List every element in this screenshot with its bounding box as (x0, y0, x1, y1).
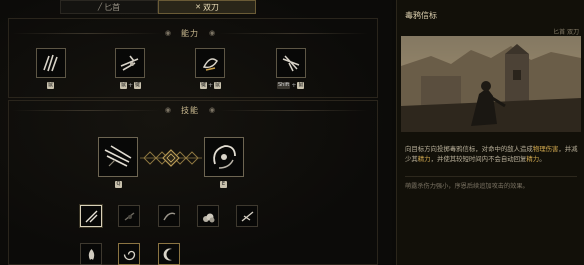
ability-slot-3[interactable] (195, 48, 225, 78)
abilities-title: 能力 (181, 28, 199, 38)
skill-description: 向目标方向投掷毒鸦信标，对命中的敌人造成物理伤害，并减少其精力，并使其较短时间内… (405, 145, 578, 163)
eye-icon[interactable]: ◉ (165, 29, 171, 37)
skill-detail-panel: 毒鸦信标 匕首 双刀 向目标方向投掷毒鸦信标，对命中的敌人造成物理伤害，并减少其… (396, 0, 584, 265)
skill-row2-slot-3[interactable] (158, 243, 180, 265)
flame-orb-icon (88, 248, 94, 260)
whirl-leap-icon (202, 58, 218, 71)
skill-tree-pane: ╱ 匕首 ✕ 双刀 ◉ 能力 ◉ 鼠 鼠 + 键 键 + 鼠 Shift + 鼠… (0, 0, 392, 265)
triple-claw-icon (43, 54, 58, 72)
skill-name: 毒鸦信标 (405, 11, 437, 20)
ability-slot-4[interactable] (276, 48, 306, 78)
divider (405, 176, 577, 177)
skill-row1-slot-5[interactable] (236, 205, 258, 227)
dash-slash-icon (120, 55, 139, 71)
eye-icon[interactable]: ◉ (209, 29, 215, 37)
crescent-icon (163, 248, 172, 260)
skills-panel (8, 100, 378, 265)
skill-row1-slot-3[interactable] (158, 205, 180, 227)
ability-2-keys: 鼠 + 键 (120, 82, 142, 89)
dive-strike-icon (282, 55, 300, 72)
tab-dual-blades-label: 双刀 (202, 2, 219, 12)
eye-icon[interactable]: ◉ (209, 106, 215, 114)
spin-slash-icon (213, 145, 236, 169)
skill-row2-slot-2[interactable] (118, 243, 140, 265)
main-skill-e[interactable] (204, 137, 244, 177)
skill-row1-slot-4[interactable] (197, 205, 219, 227)
thrown-blade-icon (85, 210, 97, 222)
ability-slot-1[interactable] (36, 48, 66, 78)
skills-header: ◉ 技能 ◉ (12, 105, 368, 115)
main-skill-q-key: Q (115, 181, 122, 188)
wing-slash-icon (241, 210, 253, 222)
dagger-icon: ╱ (97, 3, 103, 11)
tab-dual-blades[interactable]: ✕ 双刀 (158, 0, 256, 14)
skill-preview-image (401, 36, 581, 132)
ability-3-keys: 键 + 鼠 (200, 82, 222, 89)
ability-1-keys: 鼠 (47, 82, 55, 89)
skill-row1-slot-1[interactable] (80, 205, 102, 227)
eye-icon[interactable]: ◉ (165, 106, 171, 114)
shadow-cut-icon (124, 211, 134, 221)
vortex-icon (123, 250, 135, 260)
crossed-blades-icon: ✕ (195, 3, 201, 11)
skill-row1-slot-2[interactable] (118, 205, 140, 227)
arc-slash-icon (162, 212, 175, 220)
skill-preview-art (401, 36, 581, 132)
abilities-header: ◉ 能力 ◉ (12, 28, 368, 38)
blade-barrage-icon (104, 145, 132, 167)
skill-link-connector (140, 149, 202, 167)
smoke-burst-icon (202, 213, 214, 222)
skill-note: 萌露杀伤力强小，序恩后续追加攻击的效果。 (405, 183, 529, 190)
ability-4-keys: Shift + 鼠 (277, 82, 305, 89)
weapon-tabs: ╱ 匕首 ✕ 双刀 (60, 0, 256, 14)
skill-row2-slot-1[interactable] (80, 243, 102, 265)
main-skill-e-key: E (220, 181, 227, 188)
skills-title: 技能 (181, 105, 199, 115)
ability-slot-2[interactable] (115, 48, 145, 78)
main-skill-q[interactable] (98, 137, 138, 177)
weapon-type-label: 匕首 双刀 (553, 29, 579, 36)
tab-dagger[interactable]: ╱ 匕首 (60, 0, 158, 14)
tab-dagger-label: 匕首 (104, 2, 121, 12)
